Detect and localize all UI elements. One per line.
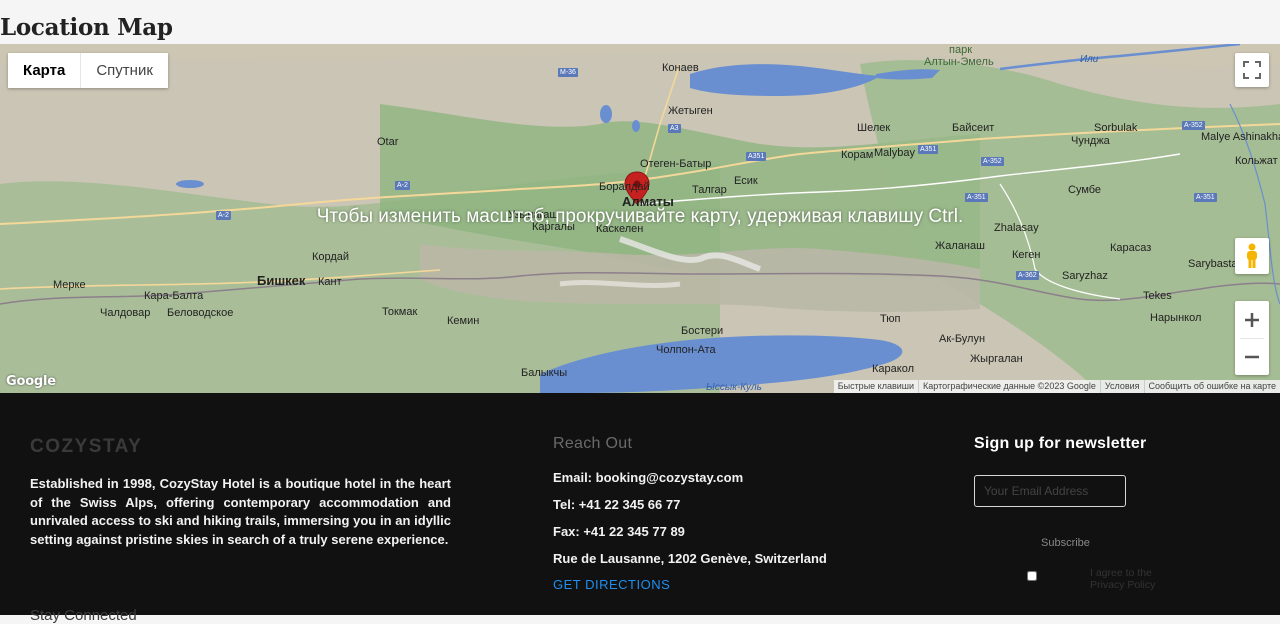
map-label-sumbe: Сумбе (1068, 184, 1102, 196)
pegman-icon (1247, 243, 1257, 268)
subscribe-button[interactable]: Subscribe (1041, 537, 1090, 549)
map-label-malybay: Malybay (874, 147, 915, 159)
map-label-kemin: Кемин (447, 315, 480, 327)
privacy-agree-label: I agree to the Privacy Policy (1090, 567, 1156, 591)
map-type-satellite-button[interactable]: Спутник (81, 53, 168, 88)
map-label-narynkol: Нарынкол (1150, 312, 1202, 324)
map-label-koram: Корам (841, 149, 874, 161)
map-label-otar: Otar (377, 136, 399, 148)
map-label-boraldai: Боралдай (599, 181, 650, 193)
zoom-out-button[interactable] (1235, 339, 1269, 375)
map-label-kordai: Кордай (312, 251, 350, 263)
map-label-cholpon-ata: Чолпон-Ата (656, 344, 716, 356)
footer-brand: COZYSTAY (30, 436, 143, 457)
stay-connected-heading: Stay Connected (30, 607, 137, 624)
map-label-park: парк (949, 44, 973, 56)
map-label-karabalta: Кара-Балта (144, 290, 204, 302)
road-tag: M-36 (558, 68, 578, 77)
map-label-akbulun: Ак-Булун (939, 333, 986, 345)
fullscreen-button[interactable] (1235, 53, 1269, 87)
contact-phone[interactable]: Tel: +41 22 345 66 77 (553, 497, 680, 512)
map-label-tokmak: Токмак (382, 306, 418, 318)
fullscreen-icon (1243, 61, 1261, 79)
map-data-credit: Картографические данные ©2023 Google (918, 380, 1100, 393)
contact-fax: Fax: +41 22 345 77 89 (553, 524, 685, 539)
road-tag: A-351 (1194, 193, 1217, 202)
map-label-tup: Тюп (880, 313, 901, 325)
location-map[interactable]: Алматы Бишкек Otar Конаев Жетыген Отеген… (0, 44, 1280, 393)
map-type-map-button[interactable]: Карта (8, 53, 82, 88)
road-tag: A3 (668, 124, 681, 133)
site-footer: COZYSTAY Established in 1998, CozyStay H… (0, 393, 1280, 624)
road-tag: A351 (918, 145, 939, 154)
get-directions-link[interactable]: GET DIRECTIONS (553, 577, 670, 592)
map-type-switcher: Карта Спутник (8, 53, 168, 88)
map-label-karakol: Каракол (872, 363, 914, 375)
road-tag: A-352 (1182, 121, 1205, 130)
minus-icon (1245, 355, 1259, 358)
page-title: Location Map (0, 14, 173, 41)
map-label-malye-ashinakha: Malye Ashinakha (1201, 131, 1280, 143)
road-tag: A-362 (1016, 271, 1039, 280)
street-view-pegman[interactable] (1235, 238, 1269, 274)
map-label-otegen: Отеген-Батыр (640, 158, 712, 170)
map-label-issyk-kul: Ыссык-Куль (706, 382, 762, 393)
map-label-belovodskoe: Беловодское (167, 307, 234, 319)
contact-email[interactable]: Email: booking@cozystay.com (553, 470, 743, 485)
map-label-ili: Или (1080, 54, 1099, 65)
map-label-talgar: Талгар (692, 184, 727, 196)
map-label-balykchy: Балыкчы (521, 367, 568, 379)
privacy-agree-checkbox[interactable] (1027, 571, 1037, 581)
plus-icon (1245, 312, 1259, 327)
map-label-esik: Есик (734, 175, 758, 187)
map-label-sorbulak: Sorbulak (1094, 122, 1138, 134)
footer-about-text: Established in 1998, CozyStay Hotel is a… (30, 476, 451, 547)
road-tag: A-2 (395, 181, 410, 190)
contact-address: Rue de Lausanne, 1202 Genève, Switzerlan… (553, 551, 827, 566)
newsletter-email-input[interactable] (974, 475, 1126, 507)
road-tag: A351 (746, 152, 767, 161)
ctrl-scroll-hint: Чтобы изменить масштаб, прокручивайте ка… (316, 206, 964, 227)
newsletter-heading: Sign up for newsletter (974, 435, 1147, 452)
road-tag: A-351 (965, 193, 988, 202)
road-tag: A-352 (981, 157, 1004, 166)
map-label-chundzha: Чунджа (1071, 135, 1110, 147)
map-label-kolzhat: Кольжат (1235, 155, 1278, 167)
reach-out-heading: Reach Out (553, 435, 633, 452)
map-label-bayseit: Байсеит (952, 122, 995, 134)
google-logo: Google (6, 374, 56, 389)
map-label-tekes: Tekes (1143, 290, 1172, 302)
map-label-kegen: Кеген (1012, 249, 1041, 261)
map-attribution: Быстрые клавиши Картографические данные … (833, 380, 1280, 393)
map-label-shelek: Шелек (857, 122, 891, 134)
map-label-zhyrgalan: Жыргалан (970, 353, 1023, 365)
map-label-konaev: Конаев (662, 62, 699, 74)
map-label-zhetygen: Жетыген (668, 105, 713, 117)
keyboard-shortcuts-link[interactable]: Быстрые клавиши (834, 380, 918, 393)
map-label-merke: Мерке (53, 279, 86, 291)
map-label-kant: Кант (318, 276, 342, 288)
map-label-altyn-emel: Алтын-Эмель (924, 56, 994, 68)
map-label-bishkek: Бишкек (257, 273, 306, 288)
map-label-chaldovar: Чалдовар (100, 307, 151, 319)
zoom-in-button[interactable] (1235, 302, 1269, 338)
map-label-saryzhaz: Saryzhaz (1062, 270, 1108, 282)
report-error-link[interactable]: Сообщить об ошибке на карте (1143, 380, 1280, 393)
terms-link[interactable]: Условия (1099, 380, 1144, 393)
zoom-controls (1235, 301, 1269, 375)
map-label-karasas: Карасаз (1110, 242, 1152, 254)
map-label-bosteri: Бостери (681, 325, 724, 337)
map-label-zhalanash: Жаланаш (935, 240, 985, 252)
